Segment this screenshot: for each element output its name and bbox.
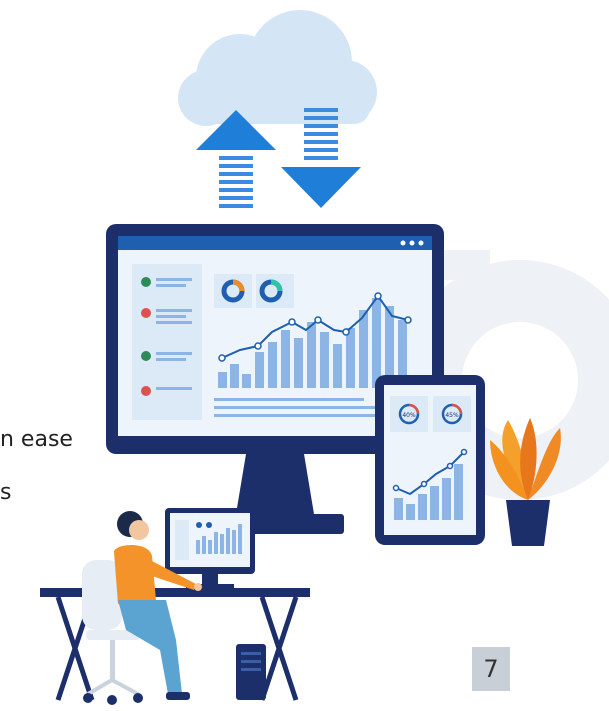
cloud-icon [178, 10, 377, 126]
tablet-illustration: 40% 45% [375, 375, 485, 545]
tablet-gauge-2-label: 45% [445, 412, 459, 419]
tablet-gauge-1-label: 40% [402, 412, 416, 419]
page-number: 7 [472, 647, 510, 691]
cloud-analytics-illustration: 40% 45% [40, 10, 609, 705]
